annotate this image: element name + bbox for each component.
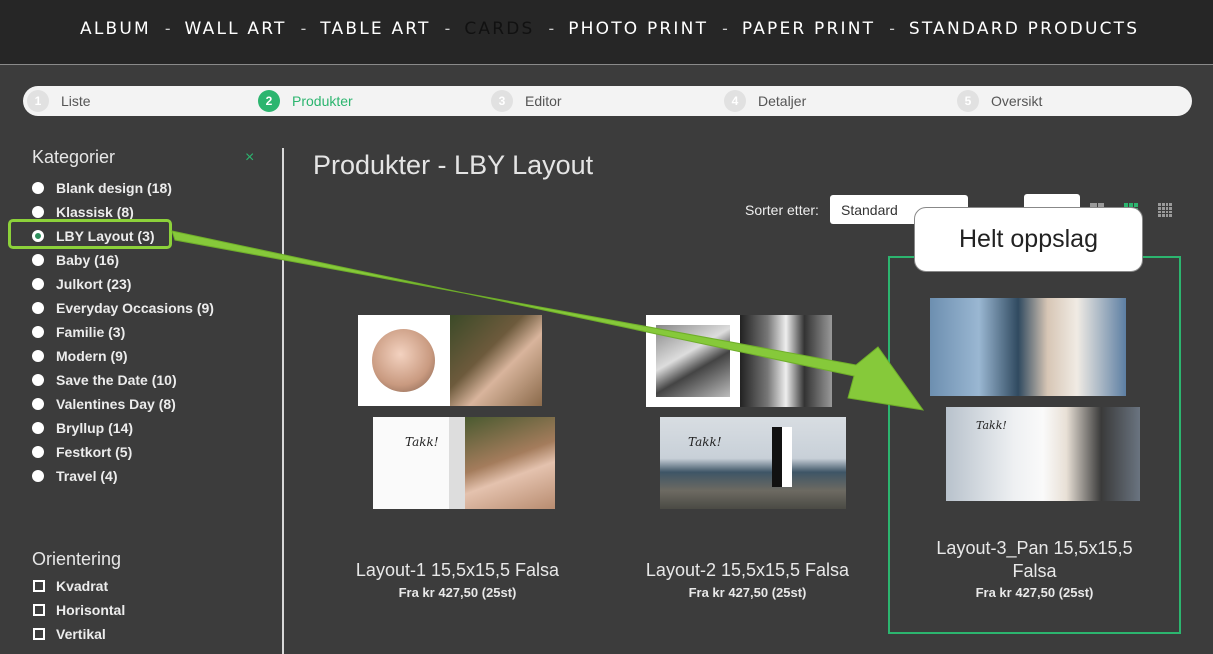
callout-bubble: Helt oppslag (914, 207, 1143, 272)
annotation-arrow (171, 230, 925, 411)
